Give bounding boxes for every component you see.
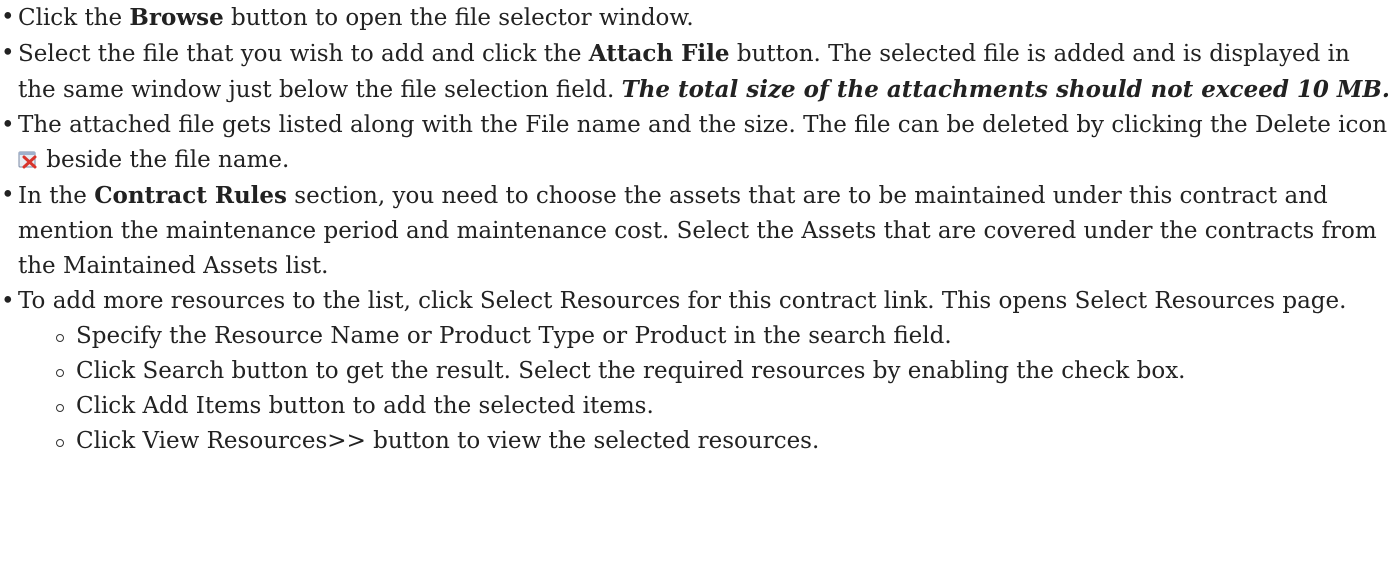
- list-item-attach-file: Select the file that you wish to add and…: [0, 36, 1394, 108]
- list-item-delete: The attached file gets listed along with…: [0, 108, 1394, 178]
- step-bold-browse: Browse: [129, 4, 224, 31]
- sub-list-item: Click View Resources>> button to view th…: [54, 424, 1394, 459]
- step-text: In the: [18, 183, 95, 209]
- sub-list-item: Specify the Resource Name or Product Typ…: [54, 319, 1394, 354]
- list-item-browse: Click the Browse button to open the file…: [0, 0, 1394, 36]
- step-text: Click the: [18, 5, 130, 31]
- step-text: To add more resources to the list, click…: [18, 288, 1347, 314]
- step-bold-contract-rules: Contract Rules: [94, 182, 287, 209]
- sub-instruction-list: Specify the Resource Name or Product Typ…: [18, 319, 1394, 459]
- size-limit-note: The total size of the attachments should…: [621, 76, 1390, 103]
- step-text: button to open the file selector window.: [223, 5, 694, 31]
- step-text: The attached file gets listed along with…: [18, 112, 1388, 138]
- sub-list-item: Click Add Items button to add the select…: [54, 389, 1394, 424]
- step-text: beside the file name.: [39, 147, 290, 173]
- sub-list-item: Click Search button to get the result. S…: [54, 354, 1394, 389]
- instruction-list: Click the Browse button to open the file…: [0, 0, 1394, 459]
- list-item-add-resources: To add more resources to the list, click…: [0, 284, 1394, 459]
- list-item-contract-rules: In the Contract Rules section, you need …: [0, 178, 1394, 284]
- delete-icon: [18, 145, 37, 169]
- step-bold-attach-file: Attach File: [588, 40, 730, 67]
- step-text: Select the file that you wish to add and…: [18, 41, 589, 67]
